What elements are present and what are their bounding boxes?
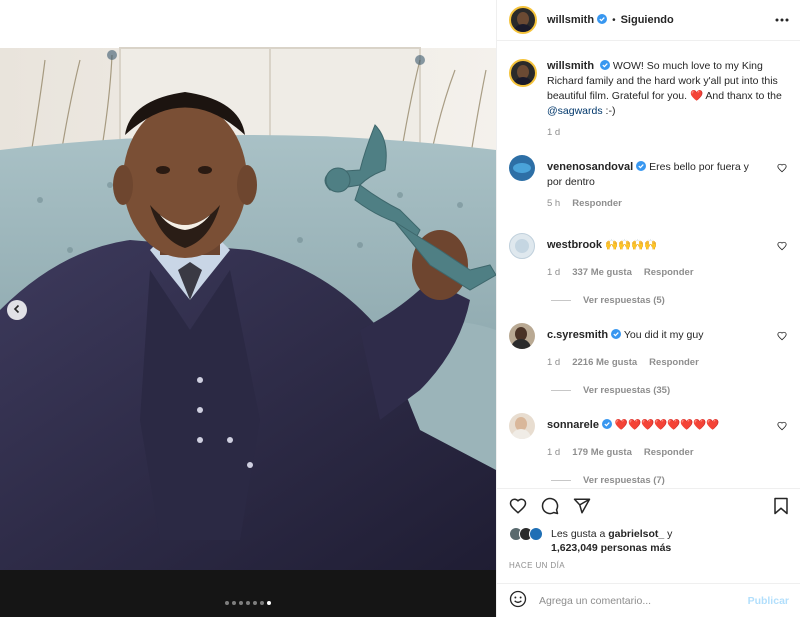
comment-username[interactable]: westbrook (547, 239, 602, 251)
comment-item: venenosandoval Eres bello por fuera y po… (509, 155, 795, 209)
caption-suffix: :-) (605, 105, 616, 117)
comment-time[interactable]: 1 d (547, 267, 560, 278)
view-replies-button[interactable]: Ver respuestas (7) (551, 475, 665, 486)
carousel-prev-button[interactable] (7, 300, 27, 320)
comment-text: ❤️❤️❤️❤️❤️❤️❤️❤️ (614, 419, 720, 431)
comment-item: sonnarele ❤️❤️❤️❤️❤️❤️❤️❤️ 1 d 179 Me gu… (509, 413, 795, 458)
post-caption: willsmith WOW! So much love to my King R… (509, 59, 789, 119)
following-button[interactable]: Siguiendo (621, 14, 674, 26)
reply-button[interactable]: Responder (572, 198, 622, 209)
comment-like-count[interactable]: 179 Me gusta (572, 447, 632, 458)
verified-icon (633, 161, 647, 173)
view-replies-button[interactable]: Ver respuestas (5) (551, 295, 665, 306)
verified-icon (599, 419, 612, 431)
verified-icon (594, 14, 608, 26)
avatar[interactable] (509, 413, 535, 439)
carousel-dot (225, 601, 229, 605)
avatar[interactable] (509, 233, 535, 259)
comment-item: c.syresmith You did it my guy 1 d 2216 M… (509, 323, 795, 368)
bookmark-icon[interactable] (773, 497, 789, 518)
posted-time[interactable]: HACE UN DÍA (509, 561, 565, 570)
comment-time[interactable]: 1 d (547, 447, 560, 458)
caption-username[interactable]: willsmith (547, 60, 594, 72)
post-header: willsmith • Siguiendo (497, 0, 800, 41)
carousel-dot (232, 601, 236, 605)
carousel-prev-icon (12, 304, 22, 317)
carousel-dot (267, 601, 271, 605)
comment-username[interactable]: c.syresmith (547, 329, 608, 341)
post-media[interactable] (0, 0, 496, 617)
comment-username[interactable]: venenosandoval (547, 161, 633, 173)
avatar[interactable] (509, 6, 537, 34)
header-separator: • (612, 14, 616, 26)
verified-icon (597, 60, 610, 72)
carousel-indicator (0, 601, 496, 605)
avatar (529, 527, 543, 541)
header-username[interactable]: willsmith (547, 14, 594, 26)
comment-text: You did it my guy (623, 329, 704, 341)
likes-count[interactable]: 1,623,049 personas más (551, 542, 671, 554)
view-replies-button[interactable]: Ver respuestas (35) (551, 385, 670, 396)
likes-prefix: Les gusta a (551, 528, 606, 540)
view-replies-label: Ver respuestas (5) (583, 295, 665, 306)
reply-button[interactable]: Responder (644, 267, 694, 278)
heart-icon[interactable] (777, 241, 787, 254)
carousel-dot (246, 601, 250, 605)
comment-input[interactable] (539, 594, 748, 607)
post-photo (0, 0, 496, 617)
reply-button[interactable]: Responder (649, 357, 699, 368)
comment-username[interactable]: sonnarele (547, 419, 599, 431)
avatar[interactable] (509, 59, 537, 87)
carousel-dot (239, 601, 243, 605)
heart-icon[interactable] (777, 421, 787, 434)
share-icon[interactable] (573, 497, 591, 518)
emoji-icon[interactable] (509, 590, 527, 611)
comment-like-count[interactable]: 2216 Me gusta (572, 357, 637, 368)
comments-list[interactable]: willsmith WOW! So much love to my King R… (497, 41, 800, 488)
post-side-panel: willsmith • Siguiendo willsmith WOW! So … (496, 0, 800, 617)
add-comment-bar: Publicar (497, 583, 800, 617)
carousel-dot (253, 601, 257, 605)
post-actions: Les gusta a gabrielsot_ y 1,623,049 pers… (497, 488, 800, 583)
more-icon[interactable] (775, 13, 789, 30)
carousel-dot (260, 601, 264, 605)
caption-mention-link[interactable]: @sagwards (547, 105, 603, 117)
publish-button[interactable]: Publicar (748, 595, 789, 607)
comment-time[interactable]: 1 d (547, 357, 560, 368)
likes-summary[interactable]: Les gusta a gabrielsot_ y 1,623,049 pers… (509, 527, 672, 555)
heart-icon[interactable] (509, 497, 527, 518)
heart-icon[interactable] (777, 163, 787, 176)
reply-button[interactable]: Responder (644, 447, 694, 458)
avatar[interactable] (509, 323, 535, 349)
likes-joiner: y (667, 528, 673, 540)
caption-time[interactable]: 1 d (547, 127, 800, 138)
view-replies-label: Ver respuestas (35) (583, 385, 671, 396)
avatar[interactable] (509, 155, 535, 181)
comment-icon[interactable] (541, 497, 559, 518)
liker-username[interactable]: gabrielsot_ (608, 528, 664, 540)
comment-like-count[interactable]: 337 Me gusta (572, 267, 632, 278)
liker-avatars (509, 527, 545, 541)
heart-icon[interactable] (777, 331, 787, 344)
comment-text: 🙌🙌🙌🙌 (604, 239, 658, 251)
comment-time[interactable]: 5 h (547, 198, 560, 209)
comment-item: westbrook 🙌🙌🙌🙌 1 d 337 Me gusta Responde… (509, 233, 795, 278)
view-replies-label: Ver respuestas (7) (583, 475, 665, 486)
verified-icon (608, 329, 622, 341)
